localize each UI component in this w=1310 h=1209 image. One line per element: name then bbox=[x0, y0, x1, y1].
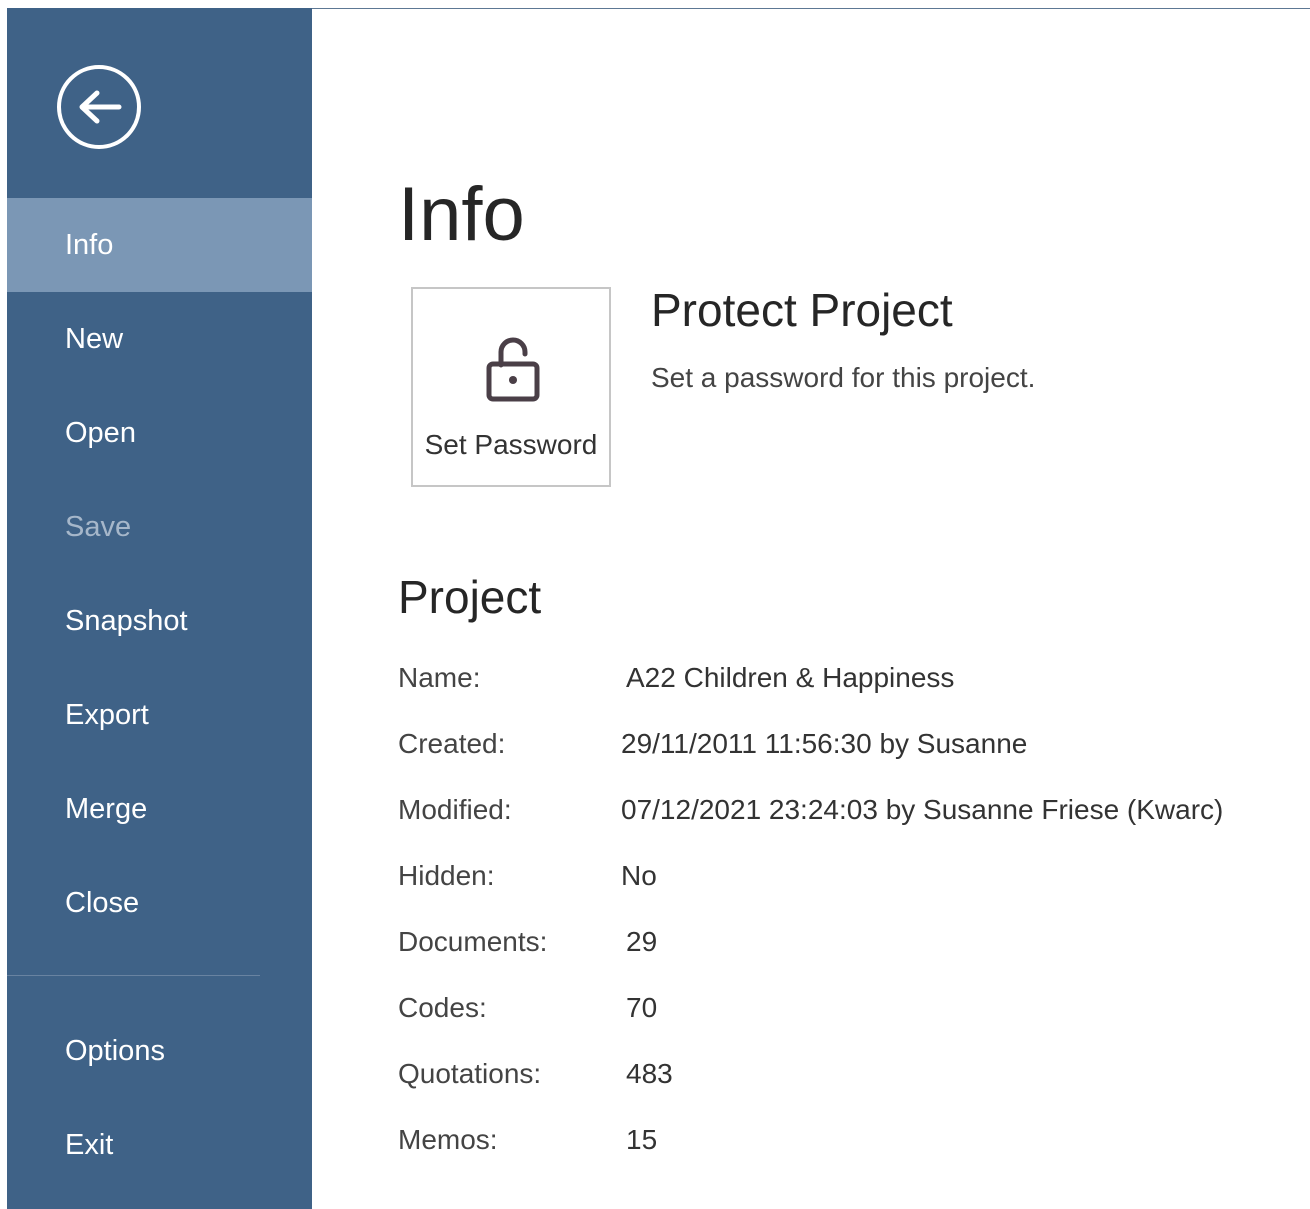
field-label: Memos: bbox=[398, 1124, 498, 1155]
field-value: 483 bbox=[626, 1058, 673, 1089]
project-field-row: Modified: 07/12/2021 23:24:03 by Susanne… bbox=[398, 794, 1298, 834]
page-title: Info bbox=[398, 172, 525, 257]
backstage-sidebar: Info New Open Save Snapshot Export Merge… bbox=[7, 8, 312, 1209]
field-label: Documents: bbox=[398, 926, 548, 957]
field-label: Hidden: bbox=[398, 860, 495, 891]
protect-project-title: Protect Project bbox=[651, 284, 953, 336]
field-value: 07/12/2021 23:24:03 by Susanne Friese (K… bbox=[621, 794, 1224, 825]
arrow-left-circle-icon bbox=[57, 65, 141, 149]
set-password-button[interactable]: Set Password bbox=[411, 287, 611, 487]
field-value: 15 bbox=[626, 1124, 658, 1155]
back-button[interactable] bbox=[55, 63, 143, 151]
protect-project-description: Set a password for this project. bbox=[651, 362, 1036, 393]
nav-item-label: Open bbox=[65, 416, 136, 449]
field-label: Modified: bbox=[398, 794, 512, 825]
nav-item-label: Export bbox=[65, 698, 149, 731]
nav-item-snapshot[interactable]: Snapshot bbox=[7, 574, 312, 668]
nav-item-label: Save bbox=[65, 510, 132, 543]
nav-item-label: Close bbox=[65, 886, 140, 919]
nav-item-new[interactable]: New bbox=[7, 292, 312, 386]
info-panel: Info Set Password Protect Project Set a … bbox=[312, 9, 1310, 1209]
backstage-window: Info New Open Save Snapshot Export Merge… bbox=[0, 0, 1310, 1209]
nav-item-save: Save bbox=[7, 480, 312, 574]
nav-item-label: Options bbox=[65, 1034, 165, 1067]
nav-item-info[interactable]: Info bbox=[7, 198, 312, 292]
sidebar-divider bbox=[7, 975, 260, 976]
nav-item-exit[interactable]: Exit bbox=[7, 1098, 312, 1192]
field-label: Created: bbox=[398, 728, 506, 759]
project-field-row: Quotations: 483 bbox=[398, 1058, 1298, 1098]
nav-item-label: New bbox=[65, 322, 124, 355]
project-field-row: Hidden: No bbox=[398, 860, 1298, 900]
nav-item-options[interactable]: Options bbox=[7, 1004, 312, 1098]
nav-item-open[interactable]: Open bbox=[7, 386, 312, 480]
nav-item-label: Info bbox=[65, 228, 114, 261]
unlocked-padlock-icon bbox=[486, 337, 540, 402]
set-password-label: Set Password bbox=[424, 429, 598, 460]
field-label: Codes: bbox=[398, 992, 487, 1023]
project-field-row: Name: A22 Children & Happiness bbox=[398, 662, 1298, 702]
field-label: Quotations: bbox=[398, 1058, 542, 1089]
nav-item-export[interactable]: Export bbox=[7, 668, 312, 762]
field-value: No bbox=[621, 860, 657, 891]
nav-item-close[interactable]: Close bbox=[7, 856, 312, 950]
field-value: 29/11/2011 11:56:30 by Susanne bbox=[621, 728, 1028, 759]
field-value: 29 bbox=[626, 926, 658, 957]
project-field-row: Codes: 70 bbox=[398, 992, 1298, 1032]
project-section-title: Project bbox=[398, 571, 542, 623]
project-field-row: Documents: 29 bbox=[398, 926, 1298, 966]
field-label: Name: bbox=[398, 662, 481, 693]
nav-item-label: Merge bbox=[65, 792, 148, 825]
project-field-row: Memos: 15 bbox=[398, 1124, 1298, 1164]
project-field-row: Created: 29/11/2011 11:56:30 by Susanne bbox=[398, 728, 1298, 768]
field-value: 70 bbox=[626, 992, 658, 1023]
nav-item-label: Snapshot bbox=[65, 604, 188, 637]
field-value: A22 Children & Happiness bbox=[626, 662, 955, 693]
nav-item-label: Exit bbox=[65, 1128, 114, 1161]
nav-item-merge[interactable]: Merge bbox=[7, 762, 312, 856]
